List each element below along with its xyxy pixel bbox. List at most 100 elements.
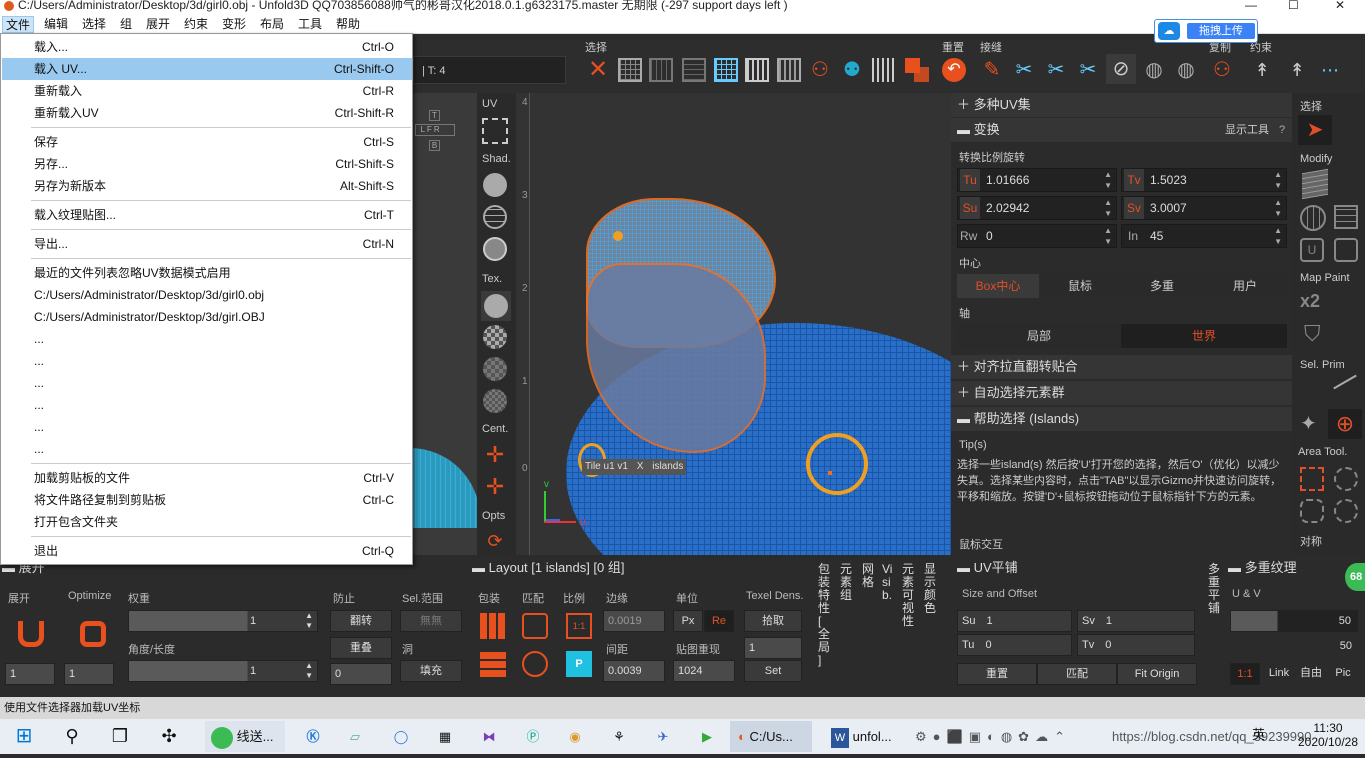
x2-label[interactable]: x2 <box>1300 291 1320 312</box>
shading-wire-icon[interactable] <box>483 205 507 229</box>
element-group-tab[interactable]: 元素组 <box>840 563 854 602</box>
help-select-header[interactable]: ▬ 帮助选择 (Islands) <box>951 407 1292 431</box>
cut-seam-icon[interactable]: ✎ <box>980 58 1004 82</box>
app-k-icon[interactable]: Ⓚ <box>300 721 326 752</box>
taskbar-item-3[interactable]: W unfol... <box>825 721 905 752</box>
multi-texture-slider-1[interactable]: 50 <box>1230 610 1358 632</box>
rw-field[interactable]: Rw 0 ▲ ▼ <box>957 224 1117 248</box>
app-play-icon[interactable]: ▶ <box>694 721 720 752</box>
multi-texture-slider-2[interactable]: 50 <box>1230 636 1358 658</box>
menu-layout[interactable]: 布局 <box>257 16 287 33</box>
menu-help[interactable]: 帮助 <box>333 16 363 33</box>
task-view-icon[interactable]: ❐ <box>106 721 134 752</box>
map-rep-input[interactable]: 1024 <box>673 660 735 682</box>
clear-selection-icon[interactable]: ✕ <box>586 58 610 82</box>
margin-input[interactable]: 0.0019 <box>603 610 665 632</box>
unfold-iter-2[interactable]: 1 <box>64 663 114 685</box>
clock[interactable]: 11:30 2020/10/28 <box>1295 721 1361 752</box>
fill-hole-button[interactable]: 填充 <box>400 660 462 682</box>
rw-spinner-icon[interactable]: ▲ ▼ <box>1104 225 1112 247</box>
upload-badge[interactable]: ☁ 拖拽上传 <box>1154 19 1258 43</box>
app-vs-icon[interactable]: ⧓ <box>476 721 502 752</box>
menu-item-copy-path[interactable]: 将文件路径复制到剪贴板 Ctrl-C <box>2 489 412 511</box>
menu-item-recent-4[interactable]: ... <box>2 350 412 372</box>
weight-spinner-icon[interactable]: ▲ ▼ <box>305 611 313 631</box>
uvtile-header[interactable]: ▬ UV平铺 <box>957 558 1018 578</box>
angle-slider[interactable]: 1 ▲ ▼ <box>128 660 318 682</box>
uv-frame-icon[interactable] <box>482 118 508 144</box>
uvtile-reset-button[interactable]: 重置 <box>957 663 1037 685</box>
area-rect-icon[interactable] <box>1300 467 1324 491</box>
primitive-globe-icon[interactable]: ⊕ <box>1328 409 1362 439</box>
visib-tab[interactable]: Visib. <box>882 563 896 602</box>
multi-uv-header[interactable]: ＋ 多种UV集 <box>951 93 1292 117</box>
shield-icon[interactable]: ⛉ <box>1304 321 1326 347</box>
menu-item-recent-2[interactable]: C:/Users/Administrator/Desktop/3d/girl.O… <box>2 306 412 328</box>
prevent-value[interactable]: 0 <box>330 663 392 685</box>
pinwheel-app-icon[interactable]: ✣ <box>155 721 183 752</box>
prevent-overlap-button[interactable]: 重叠 <box>330 637 392 659</box>
seam-2-icon[interactable]: ✂ <box>1076 58 1100 82</box>
tv-field[interactable]: Tv 1.5023 ▲ ▼ <box>1121 168 1287 192</box>
menu-item-load-texture[interactable]: 载入纹理贴图... Ctrl-T <box>2 204 412 226</box>
spacing-input[interactable]: 0.0039 <box>603 660 665 682</box>
pin-icon[interactable]: ↟ <box>1250 58 1274 82</box>
constraint-line-icon[interactable]: ⋯ <box>1318 58 1342 82</box>
select-mode-grid-2-icon[interactable] <box>649 58 673 82</box>
pack-props-tab[interactable]: 包装特性[全局] <box>818 563 832 667</box>
match-icon[interactable] <box>522 613 548 639</box>
mesh-tab[interactable]: 网格 <box>862 563 876 589</box>
tile-x[interactable]: X <box>637 461 644 472</box>
optimize-o-icon[interactable] <box>80 621 106 647</box>
uv-viewport[interactable]: 4 3 2 1 0 Tile u1 v1 X islands v u <box>516 93 951 555</box>
axis-world-option[interactable]: 世界 <box>1121 324 1287 348</box>
sv-field[interactable]: Sv 3.0007 ▲ ▼ <box>1121 196 1287 220</box>
sel-range-button[interactable]: 無無 <box>400 610 462 632</box>
minimize-button[interactable]: — <box>1245 0 1265 11</box>
weight-slider[interactable]: 1 ▲ ▼ <box>128 610 318 632</box>
select-bars-icon[interactable] <box>872 58 896 82</box>
angle-spinner-icon[interactable]: ▲ ▼ <box>305 661 313 681</box>
menu-item-recent-ignore-uv[interactable]: 最近的文件列表忽略UV数据模式启用 <box>2 262 412 284</box>
menu-item-recent-6[interactable]: ... <box>2 394 412 416</box>
free-button[interactable]: 自由 <box>1296 663 1326 685</box>
su-spinner-icon[interactable]: ▲ ▼ <box>1104 197 1112 219</box>
magnet-2-icon[interactable]: ◍ <box>1174 58 1198 82</box>
select-square-icon[interactable] <box>905 58 929 82</box>
select-mode-grid-4-icon[interactable] <box>714 58 738 82</box>
menu-item-export[interactable]: 导出... Ctrl-N <box>2 233 412 255</box>
menu-deform[interactable]: 变形 <box>219 16 249 33</box>
area-brush-icon[interactable] <box>1334 499 1358 523</box>
options-icon[interactable]: ⟳ <box>483 529 507 553</box>
menu-item-recent-7[interactable]: ... <box>2 416 412 438</box>
unpin-icon[interactable]: ↟ <box>1285 58 1309 82</box>
pack-all-icon[interactable] <box>480 651 506 677</box>
element-visibility-tab[interactable]: 元素可视性 <box>902 563 916 628</box>
uvtile-su-field[interactable]: Su 1 <box>957 610 1072 632</box>
gizmo-circle[interactable] <box>806 433 868 495</box>
texel-pick-button[interactable]: 拾取 <box>744 610 802 632</box>
weld-icon[interactable]: ✂ <box>1012 58 1036 82</box>
maximize-button[interactable]: ☐ <box>1288 0 1308 11</box>
map-icon-1[interactable]: U <box>1300 238 1324 262</box>
shading-mixed-icon[interactable] <box>483 237 507 261</box>
menu-unfold[interactable]: 展开 <box>143 16 173 33</box>
texture-checker3-icon[interactable] <box>483 389 507 413</box>
start-icon[interactable]: ⊞ <box>10 721 38 752</box>
menu-item-load[interactable]: 载入... Ctrl-O <box>2 36 412 58</box>
uvtile-tv-field[interactable]: Tv 0 <box>1077 634 1195 656</box>
texture-checker-icon[interactable] <box>483 325 507 349</box>
menu-item-recent-8[interactable]: ... <box>2 438 412 460</box>
select-arrow-icon[interactable]: ➤ <box>1298 115 1332 145</box>
seam-x-icon[interactable]: ⊘ <box>1106 54 1136 84</box>
unfold-iter-1[interactable]: 1 <box>5 663 55 685</box>
one-to-one-button[interactable]: 1:1 <box>1230 663 1260 685</box>
select-mode-grid-6-icon[interactable] <box>777 58 801 82</box>
center-cross2-icon[interactable]: ✛ <box>483 475 507 499</box>
axis-local-option[interactable]: 局部 <box>957 324 1121 348</box>
show-tools-button[interactable]: 显示工具 <box>1225 118 1269 142</box>
texel-input[interactable]: 1 <box>744 637 802 659</box>
center-cross-icon[interactable]: ✛ <box>483 443 507 467</box>
view-cube[interactable]: T L F R B <box>415 110 460 155</box>
in-field[interactable]: In 45 ▲ ▼ <box>1121 224 1287 248</box>
